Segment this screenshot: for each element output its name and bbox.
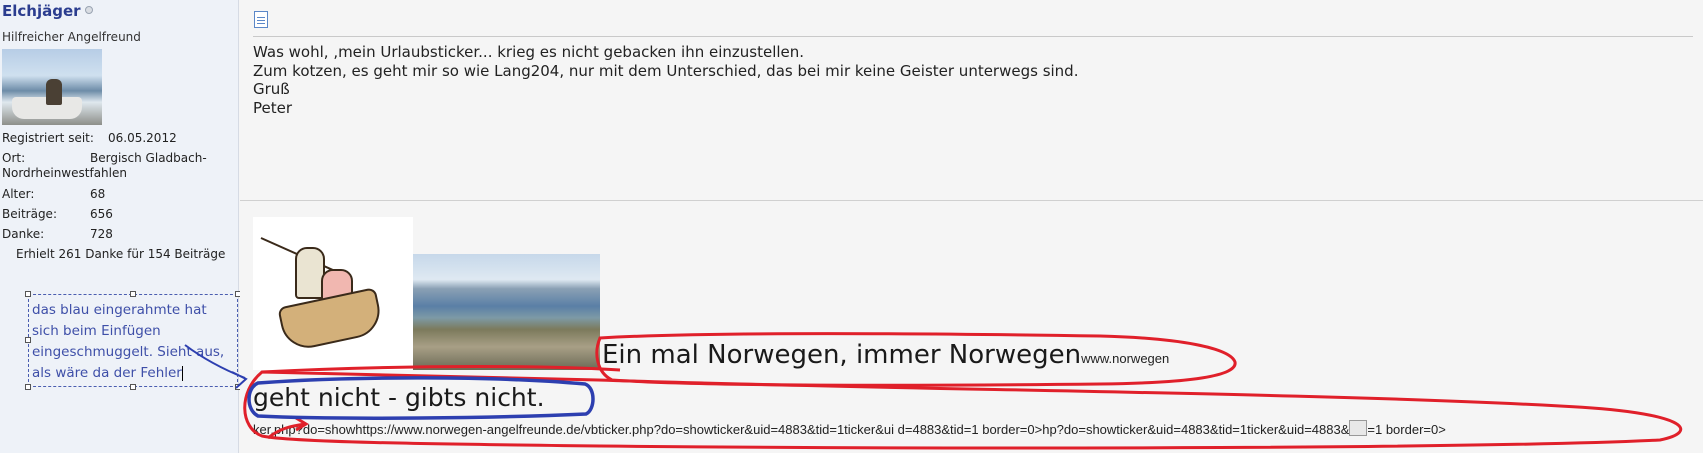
avatar[interactable]	[2, 49, 102, 125]
stat-registered-label: Registriert seit:	[2, 131, 94, 145]
text-caret	[181, 365, 183, 381]
stat-thanks-value: 728	[90, 227, 113, 241]
annotation-textbox[interactable]: das blau eingerahmte hat sich beim Einfü…	[28, 294, 238, 387]
avatar-person	[46, 79, 62, 105]
resize-handle-bl[interactable]	[25, 384, 31, 390]
fishing-boat	[277, 287, 385, 353]
signature-norway-url-fragment[interactable]: www.norwegen	[1081, 351, 1169, 366]
post-line-3: Gruß	[253, 80, 290, 98]
resize-handle-ml[interactable]	[25, 337, 31, 343]
post-area: Was wohl, ‚mein Urlaubsticker... krieg e…	[240, 0, 1703, 453]
resize-handle-tm[interactable]	[130, 291, 136, 297]
stat-age-value: 68	[90, 187, 106, 201]
stat-age-label: Alter:	[2, 187, 35, 201]
stat-registered-value: 06.05.2012	[108, 131, 177, 145]
post-header-divider	[253, 36, 1693, 37]
offline-status-icon	[84, 5, 93, 14]
signature-broken-ticker-code: ker.php?do=showhttps://www.norwegen-ange…	[253, 420, 1446, 437]
annotation-line-1: das blau eingerahmte hat	[32, 302, 207, 318]
user-title: Hilfreicher Angelfreund	[2, 30, 141, 44]
stat-location-value: Bergisch Gladbach-	[90, 151, 207, 165]
username-link[interactable]: Elchjäger	[2, 2, 93, 20]
annotation-line-2: sich beim Einfügen	[32, 323, 161, 339]
post-document-icon	[254, 11, 268, 28]
signature-geht-nicht: geht nicht - gibts nicht.	[253, 383, 545, 412]
stat-posts-value: 656	[90, 207, 113, 221]
username-text[interactable]: Elchjäger	[2, 2, 81, 20]
stat-posts-label: Beiträge:	[2, 207, 57, 221]
resize-handle-bm[interactable]	[130, 384, 136, 390]
ticker-code-part-1: ker.ph	[253, 422, 289, 437]
post-body: Was wohl, ‚mein Urlaubsticker... krieg e…	[253, 43, 1078, 117]
stat-location-label: Ort:	[2, 151, 26, 165]
signature-norway-line: Ein mal Norwegen, immer Norwegenwww.norw…	[602, 340, 1169, 370]
annotation-line-3: eingeschmuggelt. Sieht aus,	[32, 344, 225, 360]
signature-fjord-photo	[413, 254, 600, 370]
post-line-2: Zum kotzen, es geht mir so wie Lang204, …	[253, 61, 1079, 80]
signature-divider	[240, 200, 1703, 201]
ticker-code-part-3: =1 border=0>	[1367, 422, 1446, 437]
post-line-4: Peter	[253, 98, 293, 117]
post-line-1: Was wohl, ‚mein Urlaubsticker... krieg e…	[253, 43, 805, 61]
signature-norway-slogan: Ein mal Norwegen, immer Norwegen	[602, 340, 1082, 370]
annotation-line-4: als wäre da der Fehler	[32, 365, 182, 381]
broken-image-icon	[1349, 420, 1368, 436]
stat-thanks-label: Danke:	[2, 227, 45, 241]
ticker-code-part-2: p?do=showhttps://www.norwegen-angelfreun…	[288, 422, 1350, 437]
stat-location-value-cont: Nordrheinwestfahlen	[2, 166, 127, 180]
signature-fishing-boat-image	[253, 217, 413, 370]
resize-handle-tl[interactable]	[25, 291, 31, 297]
thanks-received: Erhielt 261 Danke für 154 Beiträge	[16, 247, 226, 261]
